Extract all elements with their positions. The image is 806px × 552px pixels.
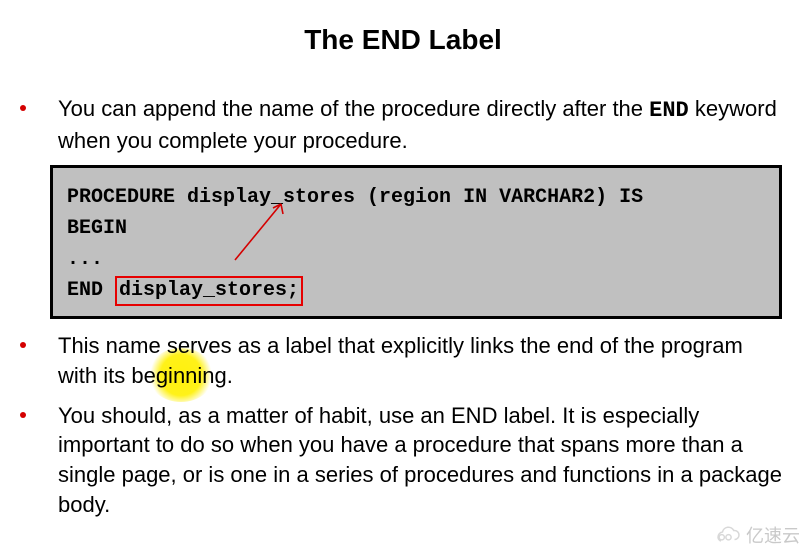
bullet-1-part1: You can append the name of the procedure… [58,96,649,121]
code-line-3: ... [67,248,103,271]
bullet-text-1: You can append the name of the procedure… [58,94,788,155]
bullet-dot-icon [20,105,26,111]
code-end-keyword: END [67,279,115,302]
watermark-text: 亿速云 [746,522,800,548]
slide-content: You can append the name of the procedure… [0,94,806,520]
cloud-icon [712,525,742,545]
bullet-item-3: You should, as a matter of habit, use an… [12,401,788,520]
code-block: PROCEDURE display_stores (region IN VARC… [50,165,782,319]
slide-title: The END Label [0,0,806,94]
arrow-annotation-icon [225,198,305,278]
bullet-text-3: You should, as a matter of habit, use an… [58,401,788,520]
watermark: 亿速云 [712,522,800,548]
bullet-dot-icon [20,342,26,348]
code-line-1: PROCEDURE display_stores (region IN VARC… [67,186,643,209]
keyword-end: END [649,98,689,123]
bullet-text-2: This name serves as a label that explici… [58,331,788,390]
code-line-2: BEGIN [67,217,127,240]
code-end-label-box: display_stores; [115,276,303,306]
bullet-item-1: You can append the name of the procedure… [12,94,788,155]
bullet-dot-icon [20,412,26,418]
code-block-container: PROCEDURE display_stores (region IN VARC… [50,165,782,319]
bullet-item-2: This name serves as a label that explici… [12,331,788,390]
